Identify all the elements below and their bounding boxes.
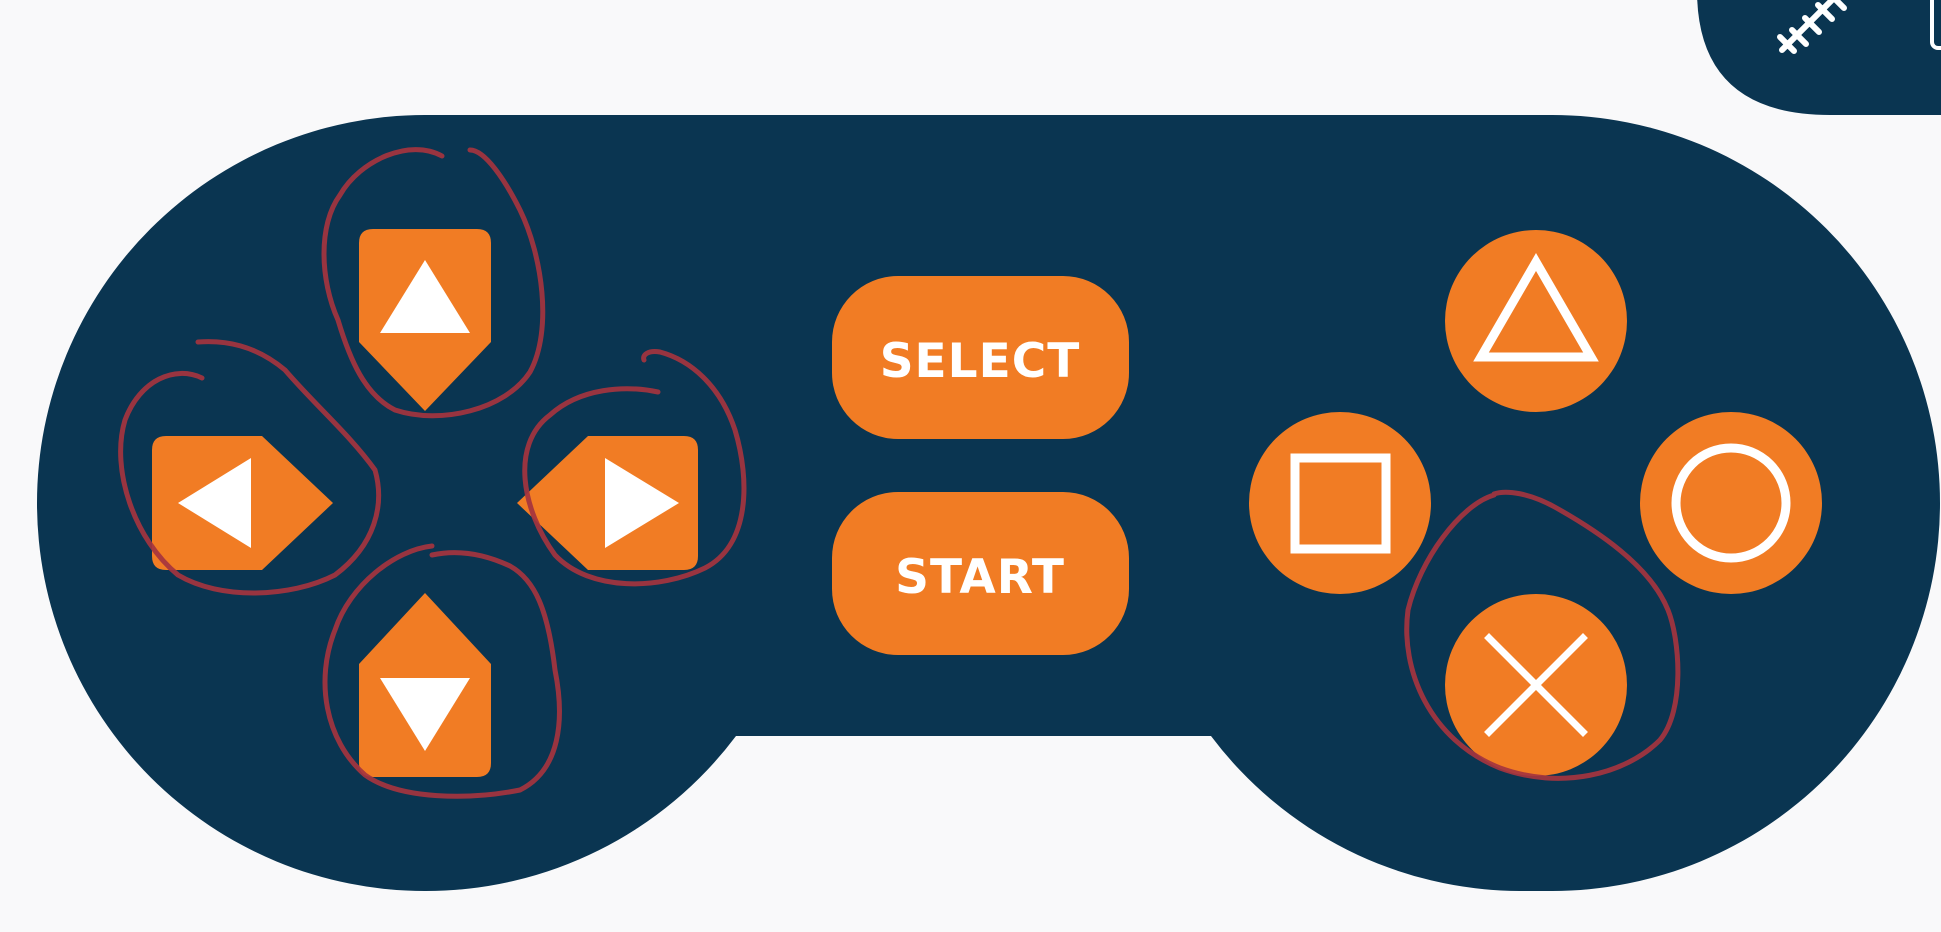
select-button-label: SELECT	[880, 334, 1081, 389]
circle-button[interactable]	[1640, 412, 1822, 594]
triangle-button[interactable]	[1445, 230, 1627, 412]
square-button[interactable]	[1249, 412, 1431, 594]
gamepad-canvas: SELECT START	[0, 0, 1941, 932]
cross-button[interactable]	[1445, 594, 1627, 776]
select-button[interactable]: SELECT	[832, 276, 1129, 439]
start-button-label: START	[895, 550, 1065, 605]
start-button[interactable]: START	[832, 492, 1129, 655]
